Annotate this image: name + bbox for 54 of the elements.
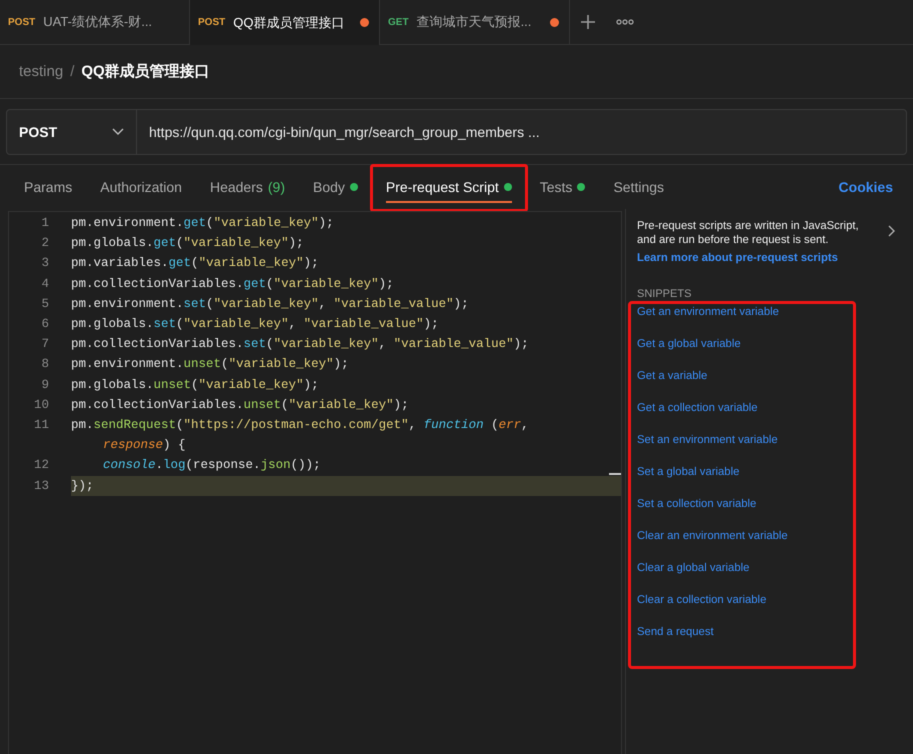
tab-title: QQ群成员管理接口: [233, 14, 346, 32]
snippet-link[interactable]: Clear an environment variable: [637, 529, 856, 543]
tab-title: 查询城市天气预报...: [416, 13, 532, 31]
snippet-link[interactable]: Get a collection variable: [637, 401, 856, 415]
code-line: pm.environment.set("variable_key", "variable_value");: [71, 296, 469, 313]
code-line: pm.variables.get("variable_key");: [71, 255, 319, 272]
code-line: pm.sendRequest("https://postman-echo.com/get", function (err,: [71, 417, 529, 434]
cookies-link[interactable]: Cookies: [838, 165, 903, 209]
section-tab[interactable]: Settings: [599, 165, 678, 209]
method-label: POST: [8, 16, 36, 28]
code-line: pm.collectionVariables.get("variable_key");: [71, 276, 394, 293]
code-line: response) {: [102, 437, 186, 454]
scroll-marker: [609, 473, 621, 475]
code-line: });: [71, 478, 94, 495]
snippet-link[interactable]: Send a request: [637, 625, 856, 639]
code-line: pm.globals.get("variable_key");: [71, 235, 304, 252]
more-icon: [616, 19, 634, 25]
url-field[interactable]: https://qun.qq.com/cgi-bin/qun_mgr/search_group_members ...: [137, 110, 906, 154]
line-number: 13: [9, 476, 71, 496]
snippet-link[interactable]: Get an environment variable: [637, 305, 856, 319]
request-tab[interactable]: POST QQ群成员管理接口: [190, 0, 380, 45]
method-label: GET: [388, 16, 409, 28]
code-line: pm.collectionVariables.unset("variable_key");: [71, 396, 409, 414]
learn-more-link[interactable]: Learn more about pre-request scripts: [637, 252, 838, 264]
breadcrumb-separator: /: [70, 63, 74, 80]
code-line: pm.environment.unset("variable_key");: [71, 356, 349, 374]
section-tab[interactable]: Tests: [526, 165, 600, 209]
snippet-link[interactable]: Set an environment variable: [637, 433, 856, 447]
section-tab[interactable]: Body: [299, 165, 372, 209]
snippet-link[interactable]: Set a global variable: [637, 465, 856, 479]
code-line: pm.collectionVariables.set("variable_key", "variable_value");: [71, 336, 529, 354]
section-tab[interactable]: Headers (9): [196, 165, 299, 209]
snippet-link[interactable]: Get a global variable: [637, 337, 856, 351]
request-name: QQ群成员管理接口: [81, 62, 210, 81]
code-line: console.log(response.json());: [102, 457, 321, 474]
snippet-link[interactable]: Set a collection variable: [637, 497, 856, 511]
snippets-heading: SNIPPETS: [637, 288, 692, 300]
method-dropdown[interactable]: POST: [7, 110, 137, 154]
section-tab[interactable]: Params: [10, 165, 86, 209]
snippet-link[interactable]: Clear a global variable: [637, 561, 856, 575]
section-tab[interactable]: Authorization: [86, 165, 196, 209]
plus-icon: [580, 14, 596, 30]
code-line: pm.environment.get("variable_key");: [71, 215, 334, 232]
code-line: pm.globals.set("variable_key", "variable_value");: [71, 316, 439, 334]
tab-title: UAT-绩优体系-财...: [43, 13, 154, 31]
info-text: Pre-request scripts are written in JavaScript, and are run before the request is sent.: [637, 219, 860, 247]
code-line: pm.globals.unset("variable_key");: [71, 376, 319, 394]
chevron-right-icon[interactable]: [888, 225, 895, 237]
snippet-link[interactable]: Get a variable: [637, 369, 856, 383]
code-editor[interactable]: [8, 211, 622, 754]
method-label: POST: [198, 17, 226, 28]
snippet-link[interactable]: Clear a collection variable: [637, 593, 856, 607]
collection-link[interactable]: testing: [19, 63, 64, 80]
chevron-down-icon: [112, 128, 124, 136]
